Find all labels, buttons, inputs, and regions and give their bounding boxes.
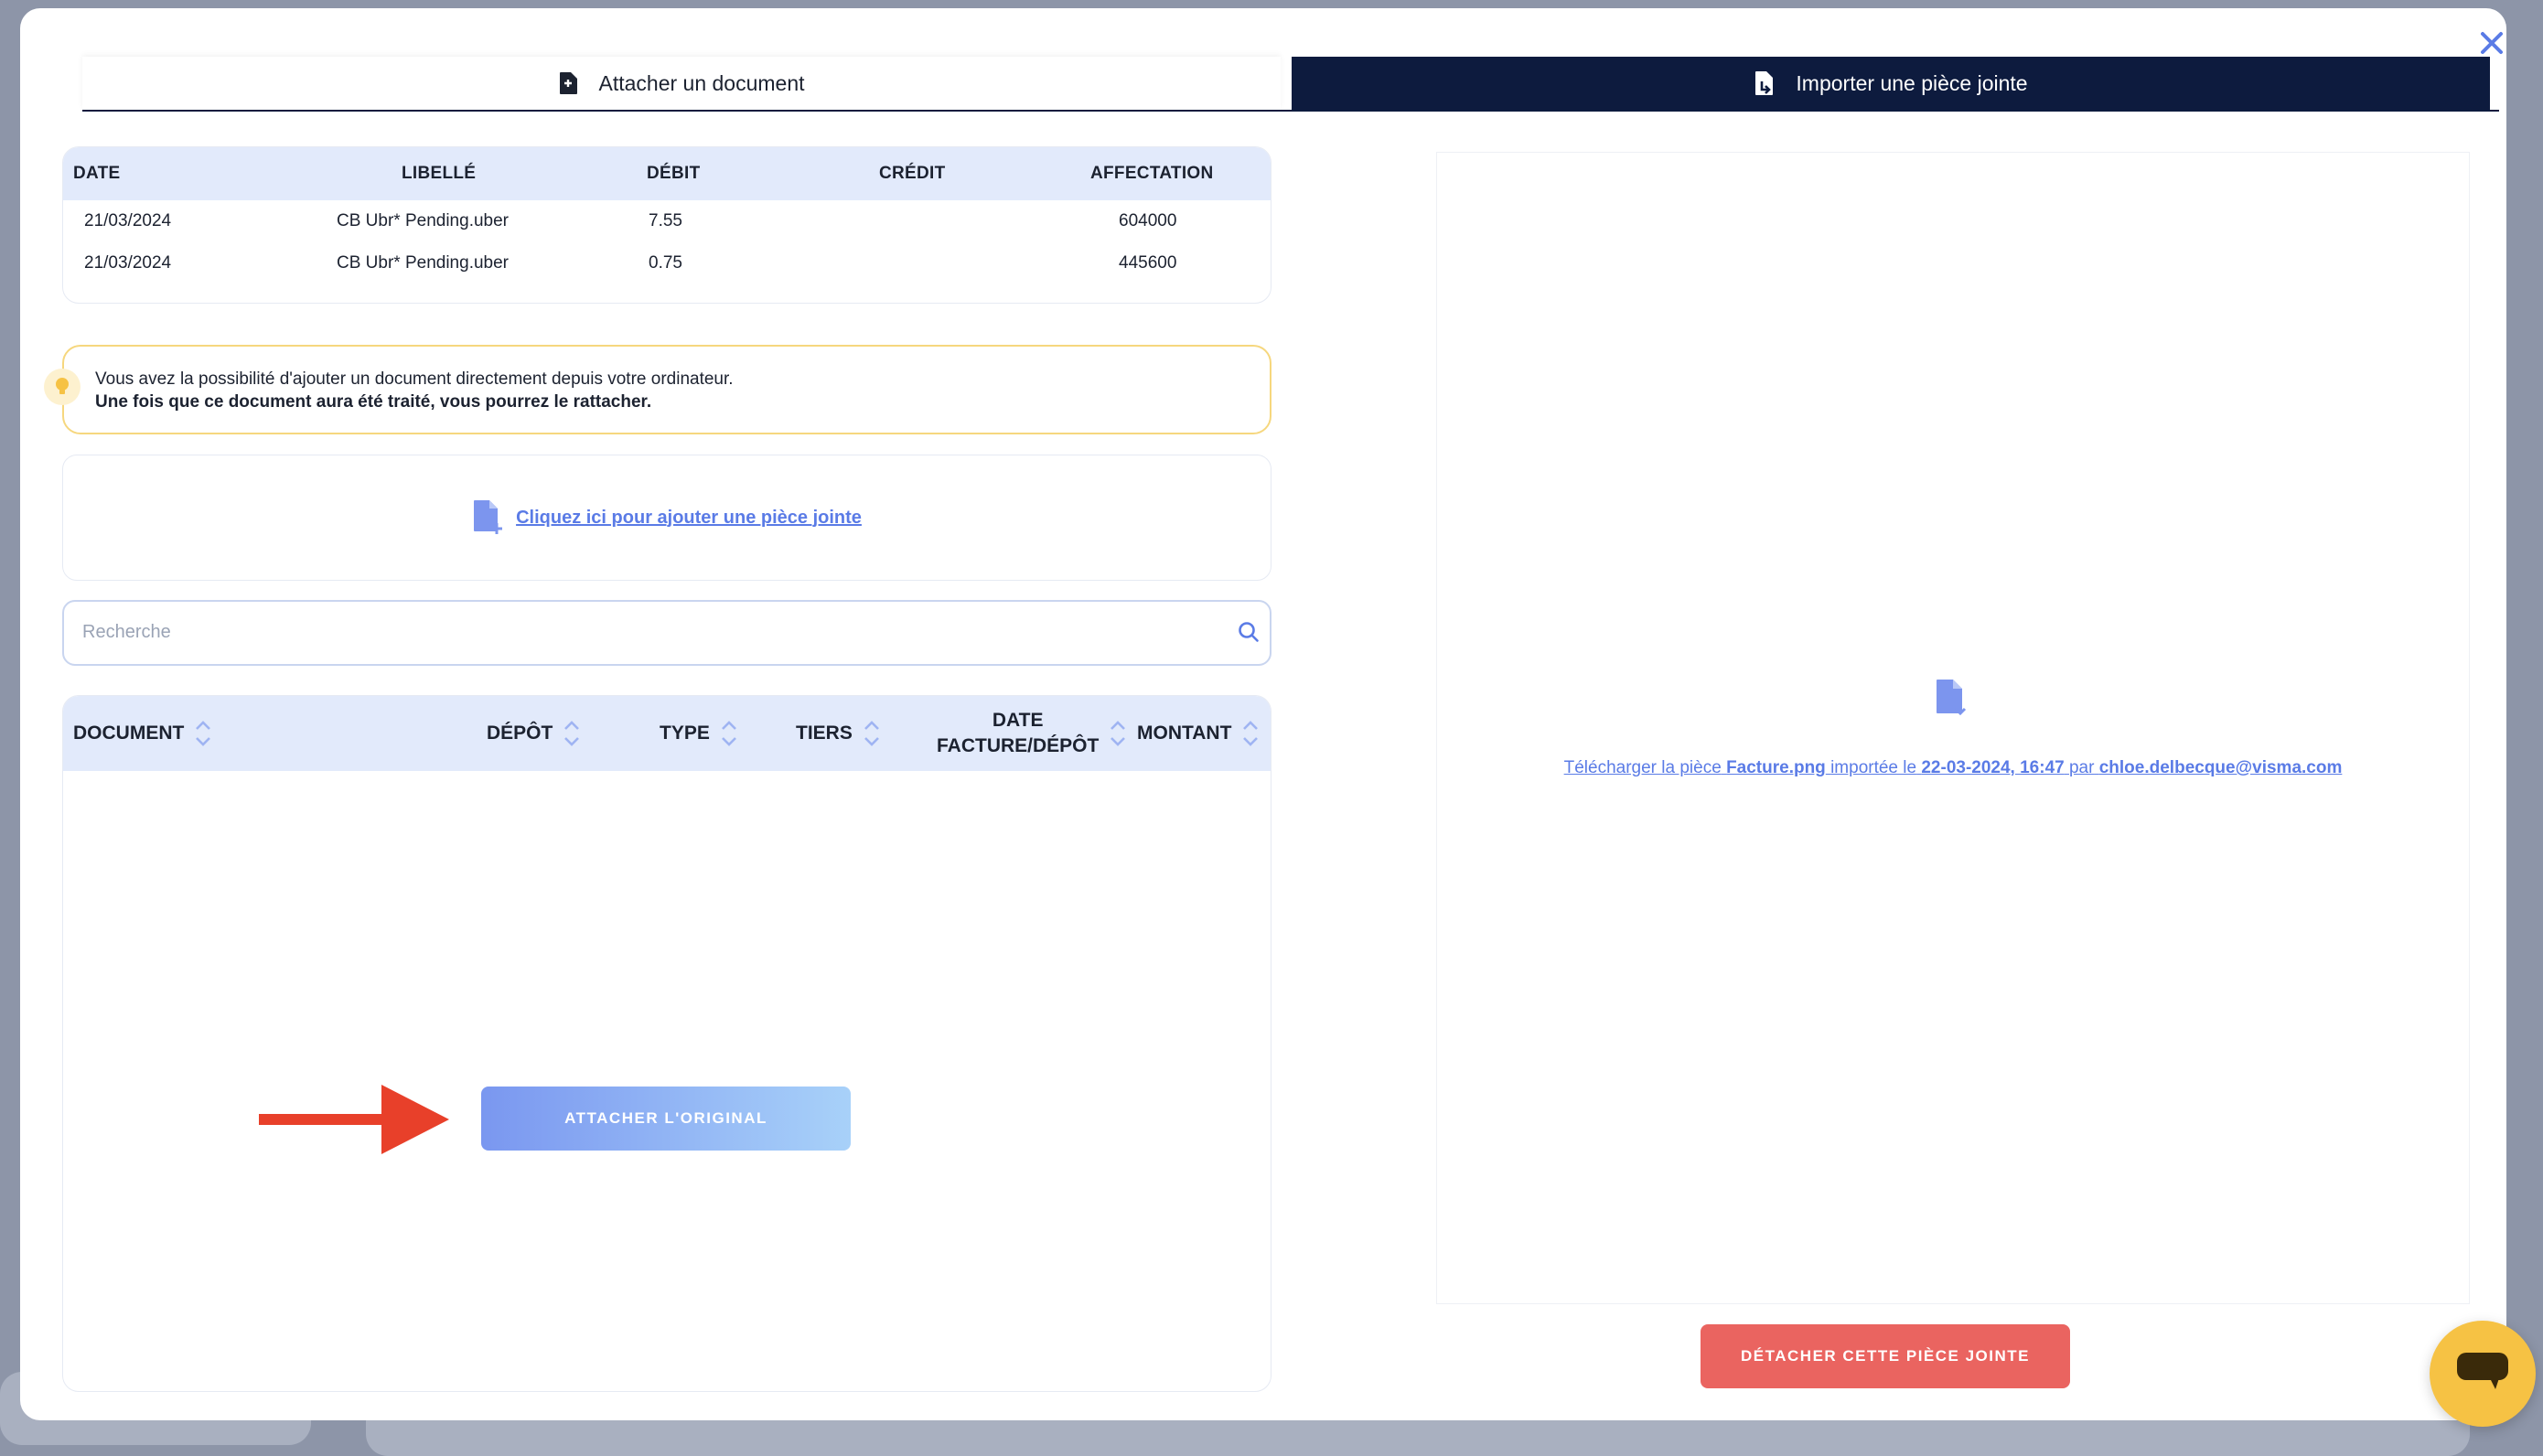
row-libelle: CB Ubr* Pending.uber: [337, 253, 509, 273]
search-input[interactable]: [80, 602, 1218, 662]
col-depot[interactable]: DÉPÔT: [487, 696, 580, 771]
col-tiers[interactable]: TIERS: [796, 696, 880, 771]
tab-import-attachment[interactable]: Importer une pièce jointe: [1292, 57, 2490, 110]
sort-icon[interactable]: [1110, 720, 1126, 747]
col-debit: DÉBIT: [647, 164, 701, 183]
col-document[interactable]: DOCUMENT: [73, 696, 211, 771]
tab-underline: [82, 110, 2499, 112]
file-add-icon: [472, 499, 503, 536]
tab-attach-label: Attacher un document: [598, 70, 805, 95]
annotation-arrow: [259, 1085, 449, 1154]
row-date: 21/03/2024: [84, 253, 172, 273]
col-libelle: LIBELLÉ: [402, 164, 477, 183]
file-download-icon: [1935, 679, 1968, 722]
table-row[interactable]: 21/03/2024 CB Ubr* Pending.uber 7.55 604…: [63, 200, 1271, 242]
sort-icon[interactable]: [195, 720, 211, 747]
col-date-facture-depot[interactable]: DATE FACTURE/DÉPÔT: [937, 696, 1126, 771]
col-date: DATE: [73, 164, 121, 183]
col-date-line-1: DATE: [992, 710, 1044, 731]
documents-table-header: DOCUMENT DÉPÔT TYPE TIERS DATE FACTURE/D…: [63, 696, 1271, 771]
table-row[interactable]: 21/03/2024 CB Ubr* Pending.uber 0.75 445…: [63, 242, 1271, 284]
upload-dropzone[interactable]: Cliquez ici pour ajouter une pièce joint…: [62, 455, 1272, 581]
col-montant-label: MONTANT: [1137, 723, 1232, 744]
download-attachment-link[interactable]: Télécharger la pièce Facture.png importé…: [1437, 758, 2469, 778]
col-date-line-2: FACTURE/DÉPÔT: [937, 735, 1100, 756]
chat-icon: [2455, 1349, 2510, 1399]
file-import-icon: [1754, 70, 1776, 96]
close-button[interactable]: [2473, 27, 2506, 63]
documents-table: DOCUMENT DÉPÔT TYPE TIERS DATE FACTURE/D…: [62, 695, 1272, 1392]
detach-attachment-button[interactable]: DÉTACHER CETTE PIÈCE JOINTE: [1701, 1324, 2070, 1388]
tab-import-label: Importer une pièce jointe: [1796, 70, 2028, 95]
attachment-preview: Télécharger la pièce Facture.png importé…: [1436, 152, 2470, 1304]
preview-prefix: Télécharger la pièce: [1563, 758, 1722, 777]
col-type-label: TYPE: [660, 723, 710, 744]
row-debit: 7.55: [649, 211, 682, 230]
row-debit: 0.75: [649, 253, 682, 273]
preview-user: chloe.delbecque@visma.com: [2098, 758, 2343, 777]
info-line-1: Vous avez la possibilité d'ajouter un do…: [95, 369, 734, 389]
col-type[interactable]: TYPE: [660, 696, 737, 771]
preview-mid: importée le: [1830, 758, 1917, 777]
info-notice: Vous avez la possibilité d'ajouter un do…: [44, 345, 1272, 434]
search-field: [62, 600, 1272, 666]
col-affectation: AFFECTATION: [1090, 164, 1214, 183]
file-attach-icon: [558, 71, 578, 95]
upload-link[interactable]: Cliquez ici pour ajouter une pièce joint…: [516, 508, 862, 529]
chat-button[interactable]: [2430, 1321, 2536, 1427]
transaction-table-header: DATE LIBELLÉ DÉBIT CRÉDIT AFFECTATION: [63, 147, 1271, 200]
lightbulb-icon: [44, 369, 80, 405]
close-icon: [2480, 31, 2504, 59]
transaction-table: DATE LIBELLÉ DÉBIT CRÉDIT AFFECTATION 21…: [62, 146, 1272, 304]
row-libelle: CB Ubr* Pending.uber: [337, 211, 509, 230]
row-affectation: 604000: [1119, 211, 1177, 230]
col-document-label: DOCUMENT: [73, 723, 185, 744]
preview-datetime: 22-03-2024, 16:47: [1921, 758, 2065, 777]
col-depot-label: DÉPÔT: [487, 723, 553, 744]
sort-icon[interactable]: [721, 720, 737, 747]
sort-icon[interactable]: [864, 720, 880, 747]
attach-original-button[interactable]: ATTACHER L'ORIGINAL: [481, 1087, 851, 1151]
col-montant[interactable]: MONTANT: [1137, 696, 1259, 771]
info-line-2: Une fois que ce document aura été traité…: [95, 392, 652, 412]
preview-filename: Facture.png: [1726, 758, 1826, 777]
attachment-modal: Attacher un document Importer une pièce …: [20, 8, 2506, 1420]
col-tiers-label: TIERS: [796, 723, 853, 744]
tab-attach-document[interactable]: Attacher un document: [82, 57, 1281, 110]
search-icon[interactable]: [1237, 620, 1261, 648]
col-date-label: DATE FACTURE/DÉPÔT: [937, 708, 1099, 759]
sort-icon[interactable]: [1242, 720, 1259, 747]
preview-by: par: [2068, 758, 2095, 777]
sort-icon[interactable]: [563, 720, 580, 747]
tab-bar: Attacher un document Importer une pièce …: [82, 57, 2499, 112]
row-date: 21/03/2024: [84, 211, 172, 230]
col-credit: CRÉDIT: [879, 164, 946, 183]
row-affectation: 445600: [1119, 253, 1177, 273]
